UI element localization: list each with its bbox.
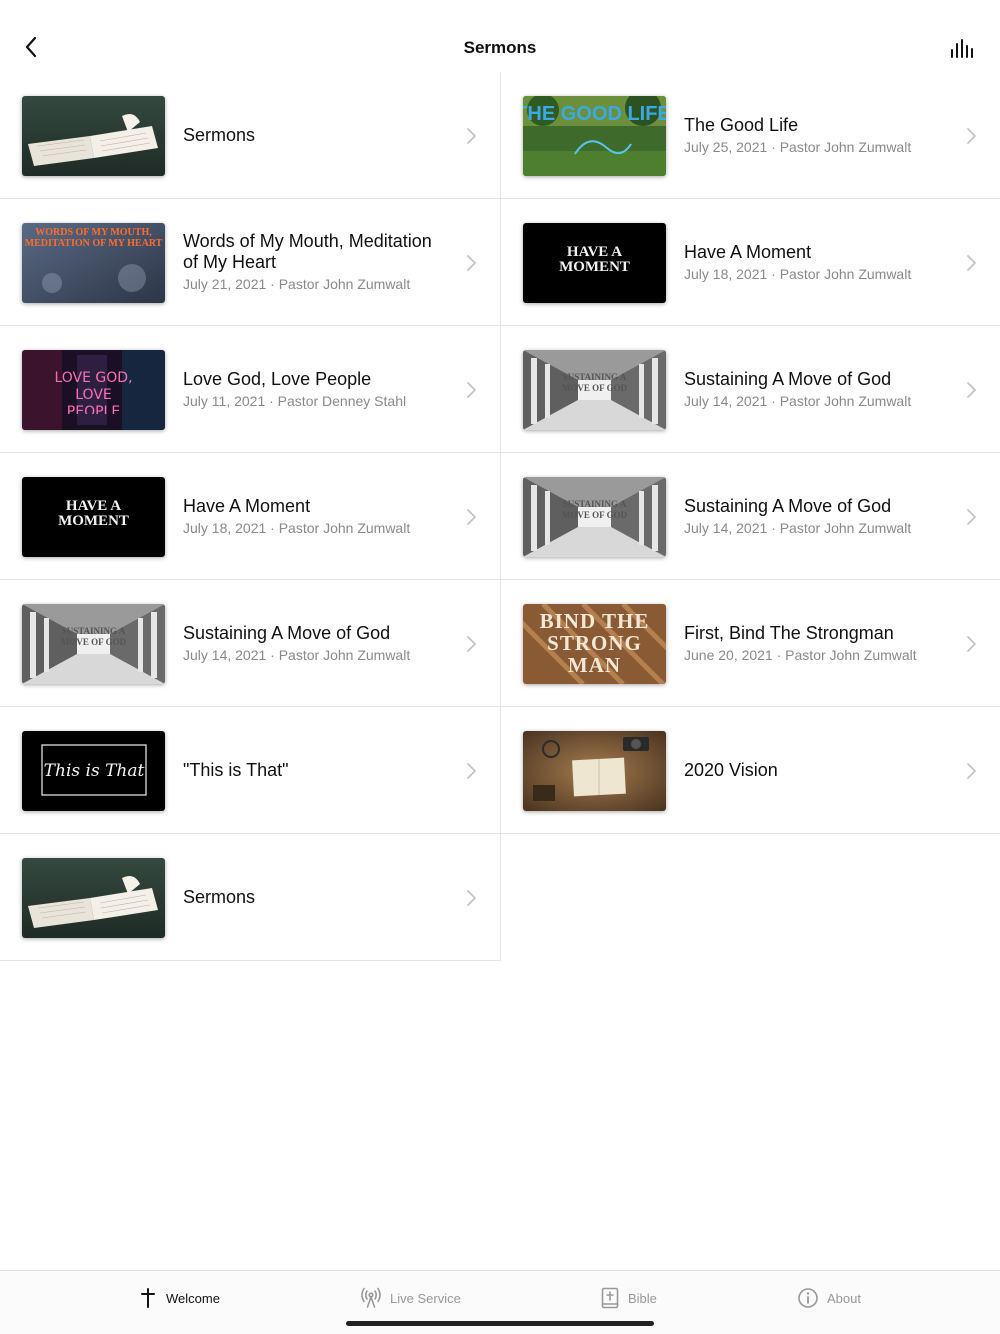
list-item[interactable]: SUSTAINING A MOVE OF GOD Sustaining A Mo… bbox=[501, 453, 1000, 580]
tab-live-service[interactable]: Live Service bbox=[360, 1285, 461, 1311]
tab-label: About bbox=[827, 1290, 861, 1306]
chevron-right-icon bbox=[467, 128, 476, 144]
thumbnail-text: LOVE GOD, LOVE PEOPLE bbox=[54, 370, 133, 414]
list-item[interactable]: 2020 Vision bbox=[501, 707, 1000, 834]
item-title: Sustaining A Move of God bbox=[183, 622, 391, 643]
thumbnail-text: HAVE A MOMENT bbox=[559, 245, 630, 275]
chevron-right-icon bbox=[467, 382, 476, 398]
thumbnail-image: BIND THE STRONG MAN bbox=[523, 604, 666, 684]
thumbnail-text: HAVE A MOMENT bbox=[58, 499, 129, 529]
thumbnail-text: SUSTAINING A MOVE OF GOD bbox=[60, 626, 127, 647]
thumbnail-image: SUSTAINING A MOVE OF GOD bbox=[523, 350, 666, 430]
item-meta: July 14, 2021 · Pastor John Zumwalt bbox=[684, 392, 912, 409]
chevron-right-icon bbox=[967, 382, 976, 398]
page-title: Sermons bbox=[463, 38, 537, 57]
item-meta: July 14, 2021 · Pastor John Zumwalt bbox=[684, 519, 912, 536]
broadcast-icon bbox=[361, 1287, 381, 1308]
thumbnail-image: WORDS OF MY MOUTH, MEDITATION OF MY HEAR… bbox=[22, 223, 165, 303]
cross-icon bbox=[141, 1288, 155, 1308]
list-item[interactable]: THE GOOD LIFE The Good Life July 25, 202… bbox=[501, 72, 1000, 199]
list-item[interactable]: HAVE A MOMENT Have A Moment July 18, 202… bbox=[501, 199, 1000, 326]
thumbnail-text: This is That bbox=[44, 761, 145, 781]
chevron-right-icon bbox=[967, 636, 976, 652]
list-item[interactable]: This is That "This is That" bbox=[0, 707, 500, 834]
chevron-right-icon bbox=[467, 255, 476, 271]
audio-levels-icon bbox=[951, 39, 973, 58]
thumbnail-image bbox=[523, 731, 666, 811]
item-meta: July 21, 2021 · Pastor John Zumwalt bbox=[183, 276, 411, 292]
list-item[interactable]: SUSTAINING A MOVE OF GOD Sustaining A Mo… bbox=[0, 580, 500, 707]
list-item[interactable]: SUSTAINING A MOVE OF GOD Sustaining A Mo… bbox=[501, 326, 1000, 453]
thumbnail-image: HAVE A MOMENT bbox=[22, 477, 165, 557]
chevron-right-icon bbox=[467, 509, 476, 525]
item-title: "This is That" bbox=[183, 759, 289, 780]
item-meta: July 25, 2021 · Pastor John Zumwalt bbox=[684, 138, 912, 155]
thumbnail-text: THE GOOD LIFE bbox=[523, 103, 666, 125]
tab-about[interactable]: About bbox=[797, 1285, 861, 1311]
list-item[interactable]: Sermons bbox=[0, 72, 500, 199]
tab-label: Live Service bbox=[390, 1290, 461, 1306]
thumbnail-image: LOVE GOD, LOVE PEOPLE bbox=[22, 350, 165, 430]
item-title: Have A Moment bbox=[183, 495, 311, 516]
thumbnail-image bbox=[22, 96, 165, 176]
nav-header: Sermons bbox=[0, 0, 1000, 72]
list-item[interactable]: Sermons bbox=[0, 834, 500, 961]
item-title: Sustaining A Move of God bbox=[684, 368, 892, 389]
item-title: 2020 Vision bbox=[684, 759, 778, 780]
list-item[interactable]: WORDS OF MY MOUTH, MEDITATION OF MY HEAR… bbox=[0, 199, 500, 326]
thumbnail-text: WORDS OF MY MOUTH, MEDITATION OF MY HEAR… bbox=[24, 227, 163, 249]
tab-label: Bible bbox=[628, 1290, 657, 1306]
item-meta: July 14, 2021 · Pastor John Zumwalt bbox=[183, 646, 411, 663]
item-title: The Good Life bbox=[684, 114, 799, 135]
thumbnail-image bbox=[22, 858, 165, 938]
chevron-right-icon bbox=[467, 763, 476, 779]
thumbnail-text: BIND THE STRONG MAN bbox=[539, 610, 650, 677]
list-item[interactable]: LOVE GOD, LOVE PEOPLE Love God, Love Peo… bbox=[0, 326, 500, 453]
chevron-right-icon bbox=[467, 636, 476, 652]
item-meta: June 20, 2021 · Pastor John Zumwalt bbox=[684, 646, 917, 663]
item-title: Have A Moment bbox=[684, 241, 812, 262]
chevron-right-icon bbox=[967, 509, 976, 525]
item-title: Love God, Love People bbox=[183, 368, 372, 389]
thumbnail-text: SUSTAINING A MOVE OF GOD bbox=[561, 372, 628, 393]
chevron-right-icon bbox=[967, 255, 976, 271]
chevron-right-icon bbox=[467, 890, 476, 906]
home-indicator[interactable] bbox=[346, 1321, 654, 1326]
audio-button[interactable] bbox=[950, 38, 976, 60]
item-title: Sermons bbox=[183, 886, 256, 907]
item-meta: July 18, 2021 · Pastor John Zumwalt bbox=[684, 265, 912, 282]
chevron-right-icon bbox=[967, 763, 976, 779]
item-title: Words of My Mouth, Meditation of My Hear… bbox=[183, 231, 432, 272]
tab-bible[interactable]: Bible bbox=[600, 1285, 657, 1311]
item-meta: July 11, 2021 · Pastor Denney Stahl bbox=[183, 392, 407, 409]
item-title: First, Bind The Strongman bbox=[684, 622, 894, 643]
thumbnail-image: This is That bbox=[22, 731, 165, 811]
tab-welcome[interactable]: Welcome bbox=[138, 1285, 220, 1311]
bible-icon bbox=[601, 1287, 619, 1309]
list-item[interactable]: BIND THE STRONG MAN First, Bind The Stro… bbox=[501, 580, 1000, 707]
list-item[interactable]: HAVE A MOMENT Have A Moment July 18, 202… bbox=[0, 453, 500, 580]
tab-label: Welcome bbox=[166, 1290, 220, 1306]
thumbnail-image: HAVE A MOMENT bbox=[523, 223, 666, 303]
thumbnail-image: SUSTAINING A MOVE OF GOD bbox=[22, 604, 165, 684]
chevron-right-icon bbox=[967, 128, 976, 144]
item-title: Sermons bbox=[183, 124, 256, 145]
item-title: Sustaining A Move of God bbox=[684, 495, 892, 516]
thumbnail-image: THE GOOD LIFE bbox=[523, 96, 666, 176]
thumbnail-image: SUSTAINING A MOVE OF GOD bbox=[523, 477, 666, 557]
info-icon bbox=[798, 1288, 818, 1308]
item-meta: July 18, 2021 · Pastor John Zumwalt bbox=[183, 519, 411, 536]
thumbnail-text: SUSTAINING A MOVE OF GOD bbox=[561, 499, 628, 520]
